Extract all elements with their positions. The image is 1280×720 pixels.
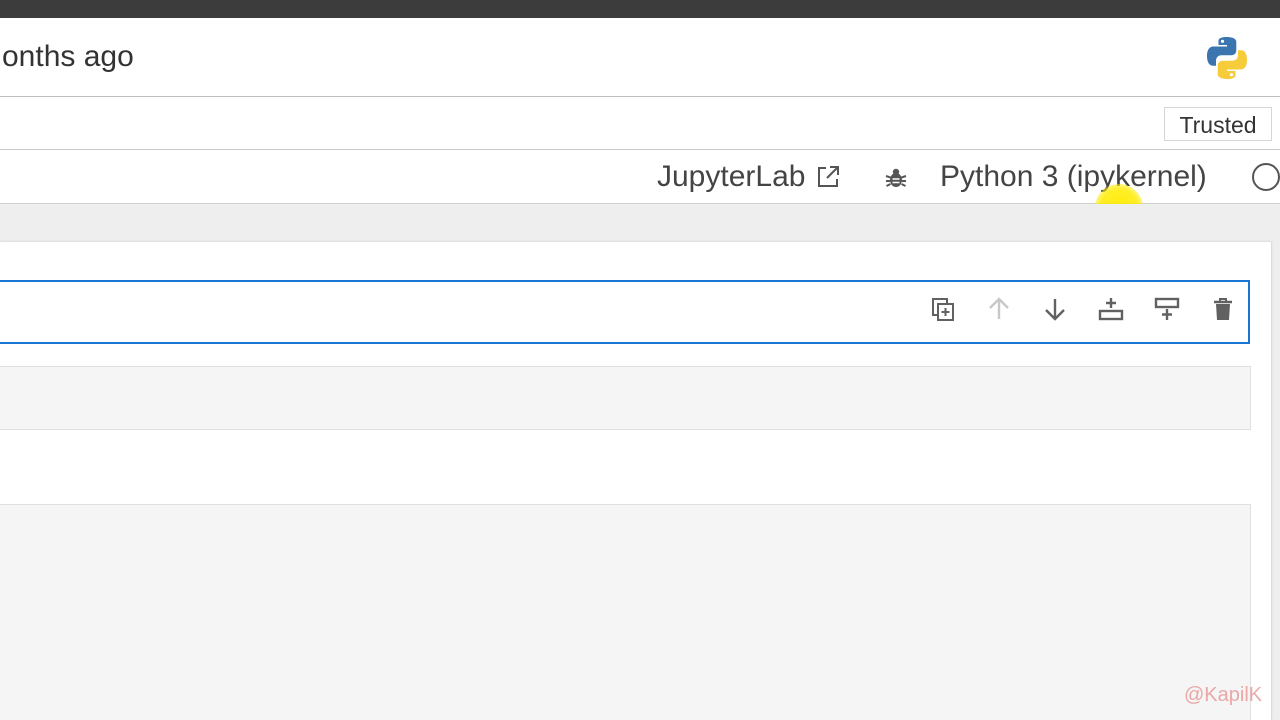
kernel-idle-status-icon: [1252, 163, 1280, 191]
trusted-button[interactable]: Trusted: [1164, 107, 1272, 141]
active-cell[interactable]: [0, 280, 1250, 344]
notebook-toolbar: Trusted: [0, 97, 1280, 150]
insert-cell-below-button[interactable]: [1150, 292, 1184, 326]
open-in-jupyterlab-link[interactable]: JupyterLab: [657, 160, 841, 194]
cell-toolbar: [926, 292, 1240, 326]
debugger-bug-icon[interactable]: [884, 166, 908, 190]
notebook-cell[interactable]: [0, 366, 1251, 430]
trash-icon: [1214, 298, 1232, 320]
last-saved-text: onths ago: [2, 40, 134, 73]
external-link-icon: [818, 166, 840, 187]
notebook-header: onths ago: [0, 18, 1280, 97]
move-cell-down-button[interactable]: [1038, 292, 1072, 326]
window-top-bar: [0, 0, 1280, 18]
delete-cell-button[interactable]: [1206, 292, 1240, 326]
move-cell-up-button[interactable]: [982, 292, 1016, 326]
insert-above-icon: [1098, 298, 1124, 321]
duplicate-cell-button[interactable]: [926, 292, 960, 326]
python-logo-icon: [1207, 37, 1247, 79]
notebook-panel: [0, 242, 1272, 720]
insert-cell-above-button[interactable]: [1094, 292, 1128, 326]
jupyterlab-label: JupyterLab: [657, 160, 806, 193]
watermark: @KapilK: [1184, 684, 1263, 706]
kernel-name-button[interactable]: Python 3 (ipykernel): [940, 160, 1207, 194]
kernel-bar: JupyterLab Python 3 (ipykernel): [0, 150, 1280, 204]
notebook-cell[interactable]: [0, 504, 1251, 720]
insert-below-icon: [1154, 297, 1180, 320]
duplicate-icon: [932, 298, 954, 321]
arrow-down-icon: [1045, 299, 1065, 321]
arrow-up-icon: [989, 297, 1009, 319]
